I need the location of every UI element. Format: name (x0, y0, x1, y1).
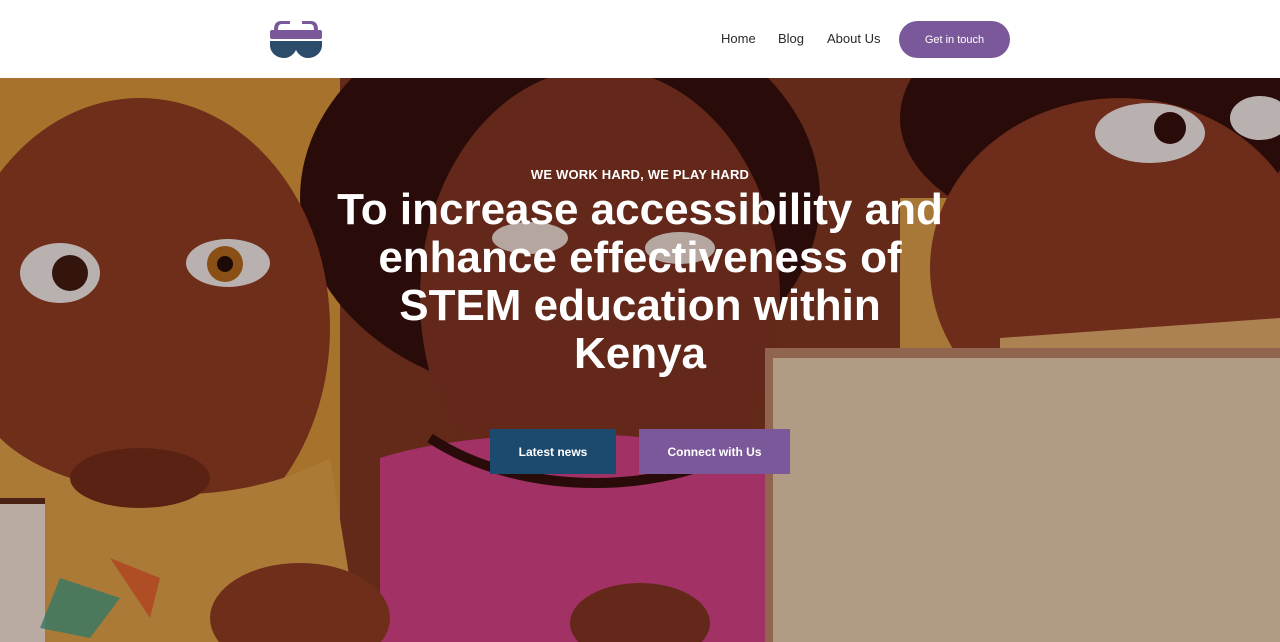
connect-with-us-button[interactable]: Connect with Us (639, 429, 790, 474)
nav-home-link[interactable]: Home (721, 31, 756, 46)
nav-blog-link[interactable]: Blog (778, 31, 804, 46)
nav-about-link[interactable]: About Us (827, 31, 880, 46)
goggles-logo-icon[interactable] (268, 18, 324, 60)
site-header: Home Blog About Us Get in touch (0, 0, 1280, 78)
hero-eyebrow: WE WORK HARD, WE PLAY HARD (530, 167, 750, 182)
hero-section: WE WORK HARD, WE PLAY HARD To increase a… (0, 78, 1280, 642)
latest-news-button[interactable]: Latest news (490, 429, 616, 474)
hero-headline: To increase accessibility and enhance ef… (337, 185, 943, 378)
get-in-touch-button[interactable]: Get in touch (899, 21, 1010, 58)
